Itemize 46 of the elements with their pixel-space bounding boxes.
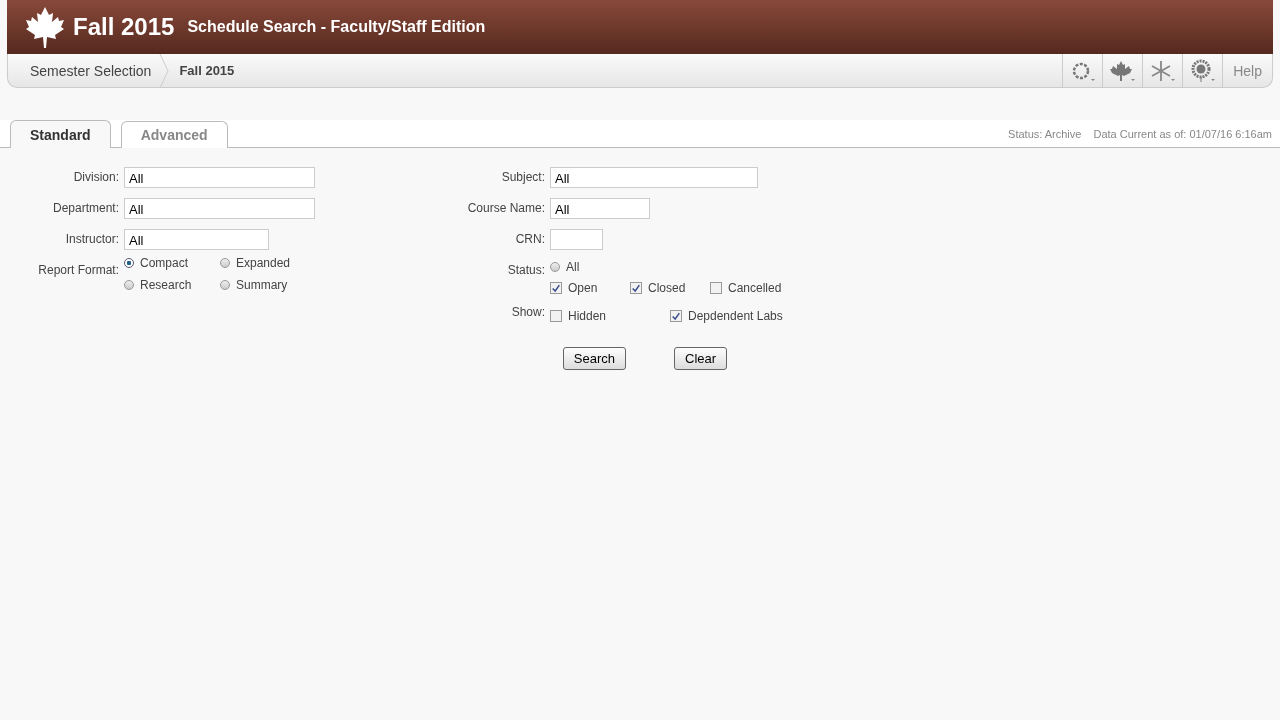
- breadcrumb-link[interactable]: Semester Selection: [30, 62, 160, 79]
- input-field[interactable]: All: [124, 229, 269, 250]
- checkbox[interactable]: [670, 310, 682, 322]
- status-text: Status: Archive: [1008, 128, 1082, 140]
- option-label: All: [566, 260, 580, 274]
- radio-button[interactable]: [220, 280, 230, 290]
- breadcrumb-link[interactable]: Fall 2015: [169, 63, 243, 78]
- checkbox[interactable]: [710, 282, 722, 294]
- radio-button[interactable]: [124, 280, 134, 290]
- input-field[interactable]: [550, 229, 603, 250]
- option-label: Research: [140, 278, 192, 292]
- option-label: Hidden: [568, 309, 607, 323]
- input-field[interactable]: All: [124, 198, 315, 219]
- page-title: Fall 2015: [73, 13, 175, 41]
- tab[interactable]: Standard: [10, 120, 111, 148]
- page-subtitle: Schedule Search - Faculty/Staff Edition: [187, 18, 486, 36]
- option-label: Closed: [648, 281, 686, 295]
- maple-leaf-icon: [25, 5, 65, 49]
- field-label: Report Format:: [37, 262, 119, 279]
- checkbox[interactable]: [630, 282, 642, 294]
- form-button[interactable]: Clear: [674, 347, 728, 370]
- field-label: CRN:: [514, 231, 545, 248]
- data-current-text: Data Current as of: 01/07/16 6:16am: [1093, 128, 1272, 140]
- input-field[interactable]: All: [550, 198, 650, 219]
- field-label: Subject:: [500, 169, 545, 186]
- field-label: Status:: [506, 262, 545, 279]
- checkbox[interactable]: [550, 310, 562, 322]
- option-label: Compact: [140, 256, 189, 270]
- checkbox[interactable]: [550, 282, 562, 294]
- field-label: Instructor:: [64, 231, 119, 248]
- input-field[interactable]: All: [124, 167, 315, 188]
- option-label: Open: [568, 281, 598, 295]
- form-button[interactable]: Search: [562, 347, 627, 370]
- field-label: Course Name:: [466, 200, 545, 217]
- radio-button[interactable]: [124, 258, 134, 268]
- radio-button[interactable]: [550, 262, 560, 272]
- input-field[interactable]: All: [550, 167, 758, 188]
- option-label: Depdendent Labs: [688, 309, 783, 323]
- option-label: Summary: [236, 278, 288, 292]
- field-label: Show:: [510, 305, 545, 321]
- field-label: Division:: [72, 169, 119, 186]
- radio-button[interactable]: [220, 258, 230, 268]
- option-label: Cancelled: [728, 281, 782, 295]
- option-label: Expanded: [236, 256, 291, 270]
- tab[interactable]: Advanced: [120, 121, 228, 148]
- field-label: Department:: [51, 200, 119, 217]
